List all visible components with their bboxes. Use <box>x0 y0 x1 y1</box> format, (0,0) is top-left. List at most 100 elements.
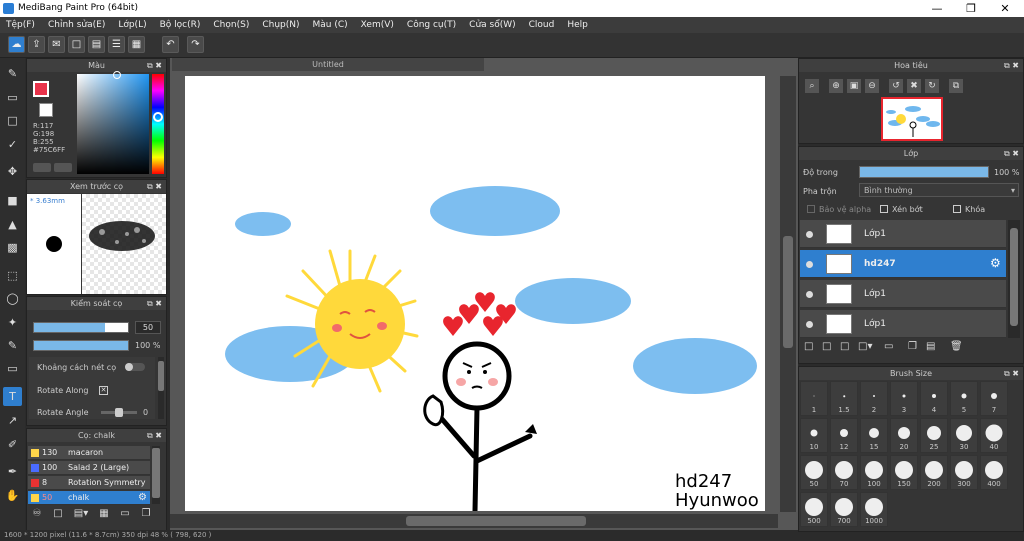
brush-size-item[interactable]: 7 <box>980 381 1008 416</box>
layer-row-selected[interactable]: hd247 ⚙ <box>800 250 1006 278</box>
lasso-tool-icon[interactable]: ◯ <box>3 289 22 308</box>
panel-close-icon[interactable]: ⧉ ✖ <box>147 429 162 442</box>
brush-size-item[interactable]: 5 <box>950 381 978 416</box>
close-icon[interactable]: ✕ <box>988 0 1022 17</box>
layer-opacity-slider[interactable] <box>859 166 989 178</box>
saturation-value-picker[interactable] <box>77 74 149 174</box>
menu-window[interactable]: Cửa sổ(W) <box>469 20 515 30</box>
brush-list-item[interactable]: 100 Salad 2 (Large) <box>28 461 150 475</box>
brush-size-item[interactable]: 1.5 <box>830 381 858 416</box>
document-tab[interactable]: Untitled <box>172 58 484 71</box>
menu-edit[interactable]: Chỉnh sửa(E) <box>48 20 105 30</box>
select-pen-icon[interactable]: ✎ <box>3 336 22 355</box>
brush-size-item[interactable]: 2 <box>860 381 888 416</box>
select-rect-icon[interactable]: ⬚ <box>3 266 22 285</box>
bucket-tool-icon[interactable]: ▲ <box>3 215 22 234</box>
list-icon[interactable]: ☰ <box>108 36 125 53</box>
layer-list-scrollbar[interactable] <box>1008 220 1020 338</box>
menu-filter[interactable]: Bộ lọc(R) <box>160 20 201 30</box>
maximize-icon[interactable]: ❐ <box>954 0 988 17</box>
fill-rect-icon[interactable]: ■ <box>3 191 22 210</box>
comment-icon[interactable]: ✉ <box>48 36 65 53</box>
new-layer-icon[interactable]: □ <box>804 341 818 355</box>
flip-icon[interactable]: ⧉ <box>949 79 963 93</box>
horizontal-scroll-thumb[interactable] <box>406 516 586 526</box>
swap-color-button[interactable] <box>54 163 72 172</box>
menu-help[interactable]: Help <box>567 20 588 30</box>
panel-close-icon[interactable]: ⧉ ✖ <box>147 180 162 193</box>
brush-size-item[interactable]: 15 <box>860 418 888 453</box>
brush-size-item[interactable]: 3 <box>890 381 918 416</box>
brush-size-item[interactable]: 25 <box>920 418 948 453</box>
vertical-scroll-thumb[interactable] <box>783 236 793 348</box>
secondary-color-swatch[interactable] <box>39 103 53 117</box>
alpha-protect-checkbox[interactable] <box>807 205 815 213</box>
panel-close-icon[interactable]: ⧉ ✖ <box>147 297 162 310</box>
brush-size-item[interactable]: 20 <box>890 418 918 453</box>
cloud-icon[interactable]: ☁ <box>8 36 25 53</box>
lock-checkbox[interactable] <box>953 205 961 213</box>
new-brush-icon[interactable]: □ <box>49 508 67 524</box>
canvas-horizontal-scrollbar[interactable] <box>170 514 778 528</box>
new-8bit-layer-icon[interactable]: □ <box>840 341 854 355</box>
minimize-icon[interactable]: — <box>920 0 954 17</box>
brush-size-item[interactable]: 12 <box>830 418 858 453</box>
menu-tools[interactable]: Công cụ(T) <box>407 20 456 30</box>
zoom-out-icon[interactable]: ⊖ <box>865 79 879 93</box>
brush-size-item[interactable]: 100 <box>860 455 888 490</box>
rotate-left-icon[interactable]: ↺ <box>889 79 903 93</box>
brush-size-value[interactable]: 50 <box>135 321 161 334</box>
brush-size-item[interactable]: 150 <box>890 455 918 490</box>
brush-control-scrollbar[interactable] <box>158 357 164 419</box>
zoom-actual-icon[interactable]: ▣ <box>847 79 861 93</box>
menu-view[interactable]: Xem(V) <box>361 20 394 30</box>
duplicate-layer-icon[interactable]: ❐ <box>908 341 922 355</box>
menu-select[interactable]: Chọn(S) <box>213 20 249 30</box>
brush-list-item[interactable]: 8 Rotation Symmetry <box>28 476 150 490</box>
visibility-icon[interactable] <box>806 261 813 268</box>
brush-list-item[interactable]: 130 macaron <box>28 446 150 460</box>
rectangle-tool-icon[interactable]: □ <box>3 111 22 130</box>
menu-color[interactable]: Màu (C) <box>313 20 348 30</box>
brush-tool-icon[interactable]: ✎ <box>3 64 22 83</box>
grid-icon[interactable]: ▦ <box>128 36 145 53</box>
brush-size-item[interactable]: 300 <box>950 455 978 490</box>
menu-capture[interactable]: Chụp(N) <box>262 20 299 30</box>
brush-list-item-selected[interactable]: 50 chalk ⚙ <box>28 491 150 505</box>
palette-button[interactable] <box>33 163 51 172</box>
gear-icon[interactable]: ⚙ <box>138 491 147 505</box>
eraser-tool-icon[interactable]: ▭ <box>3 88 22 107</box>
spacing-toggle[interactable] <box>125 363 145 371</box>
text-tool-icon[interactable]: T <box>3 387 22 406</box>
panel-close-icon[interactable]: ⧉ ✖ <box>1004 59 1019 72</box>
correction-pen-icon[interactable]: ✓ <box>3 135 22 154</box>
brush-size-item[interactable]: 50 <box>800 455 828 490</box>
layer-row[interactable]: Lớp1 <box>800 220 1006 248</box>
gradient-tool-icon[interactable]: ▩ <box>3 238 22 257</box>
add-layer-menu-icon[interactable]: □▾ <box>858 341 880 355</box>
visibility-icon[interactable] <box>806 291 813 298</box>
brush-size-item[interactable]: 30 <box>950 418 978 453</box>
navigator-thumbnail[interactable] <box>881 97 943 141</box>
menu-layer[interactable]: Lớp(L) <box>118 20 146 30</box>
brush-size-item[interactable]: 40 <box>980 418 1008 453</box>
visibility-icon[interactable] <box>806 231 813 238</box>
new-halftone-layer-icon[interactable]: □ <box>822 341 836 355</box>
redo-icon[interactable]: ↷ <box>187 36 204 53</box>
primary-color-swatch[interactable] <box>33 81 49 97</box>
magic-wand-icon[interactable]: ✦ <box>3 313 22 332</box>
panel-close-icon[interactable]: ⧉ ✖ <box>1004 367 1019 380</box>
rotate-right-icon[interactable]: ↻ <box>925 79 939 93</box>
color-picker-cursor[interactable] <box>113 71 121 79</box>
menu-cloud[interactable]: Cloud <box>529 20 555 30</box>
hue-slider[interactable] <box>152 74 164 174</box>
rotate-angle-slider[interactable] <box>101 408 137 417</box>
clipping-checkbox[interactable] <box>880 205 888 213</box>
select-eraser-icon[interactable]: ▭ <box>3 359 22 378</box>
visibility-icon[interactable] <box>806 321 813 328</box>
operation-tool-icon[interactable]: ↗ <box>3 411 22 430</box>
document-icon[interactable]: ▤ <box>88 36 105 53</box>
brush-size-item[interactable]: 1 <box>800 381 828 416</box>
brush-size-item[interactable]: 500 <box>800 492 828 527</box>
layer-folder-icon[interactable]: ▭ <box>884 341 898 355</box>
